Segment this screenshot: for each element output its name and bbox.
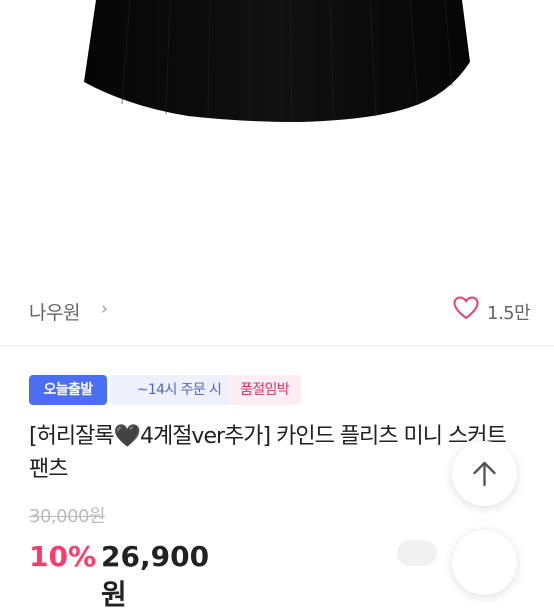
like-count: 1.5만	[487, 303, 531, 324]
divider	[0, 345, 554, 346]
seller-name[interactable]: 나우원	[29, 298, 80, 325]
heart-outline-icon	[453, 296, 479, 320]
today-shipping-badge: 오늘출발	[29, 375, 107, 405]
discount-rate: 10%	[29, 540, 97, 573]
coupon-pill[interactable]	[397, 540, 437, 566]
pleated-skirt-image	[84, 0, 470, 123]
black-heart-emoji: 🖤	[113, 424, 141, 449]
seller-row[interactable]: 나우원 › 1.5만	[0, 286, 554, 332]
original-price: 30,000원	[29, 506, 106, 527]
product-image[interactable]	[0, 0, 554, 270]
product-title-part1: [허리잘록	[29, 424, 115, 449]
scroll-top-button[interactable]	[452, 441, 517, 506]
sale-price: 26,900원	[101, 540, 210, 611]
soldout-soon-badge: 품절임박	[228, 375, 301, 405]
arrow-up-icon	[473, 461, 496, 487]
floating-action-button[interactable]	[452, 530, 517, 595]
chevron-right-icon: ›	[101, 299, 108, 319]
